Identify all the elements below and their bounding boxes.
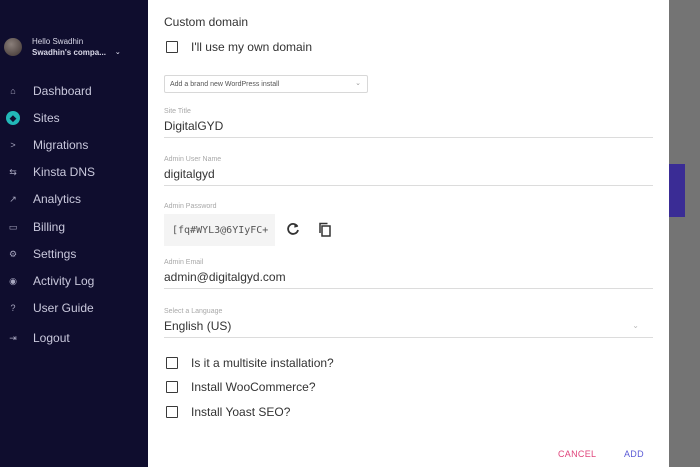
admin-password-input[interactable]: [fq#WYL3@6YIyFC+: [164, 214, 275, 246]
sidebar-item-label: Kinsta DNS: [33, 165, 96, 179]
chevron-down-icon: ⌄: [114, 49, 121, 56]
modal-title: Custom domain: [164, 15, 249, 29]
add-site-modal: Custom domain I'll use my own domain Add…: [148, 0, 669, 467]
settings-icon: ⚙: [8, 248, 18, 259]
admin-user-input[interactable]: digitalgyd: [164, 167, 653, 186]
company-name: Swadhin's compa... ⌄: [32, 48, 121, 57]
install-type-select[interactable]: Add a brand new WordPress install ⌄: [164, 75, 368, 93]
chevron-down-icon: ⌄: [632, 321, 639, 330]
billing-icon: ▭: [8, 221, 18, 232]
sidebar-item-analytics[interactable]: ↗ Analytics: [0, 188, 148, 210]
refresh-icon[interactable]: [285, 221, 301, 237]
greeting: Hello Swadhin: [32, 37, 84, 46]
modal-backdrop[interactable]: [669, 0, 700, 467]
migrations-icon: >: [10, 140, 16, 150]
home-icon: ⌂: [10, 86, 16, 96]
cancel-button[interactable]: CANCEL: [558, 449, 596, 459]
sidebar-item-label: Logout: [33, 331, 70, 345]
avatar: [4, 38, 22, 56]
multisite-checkbox[interactable]: [166, 357, 178, 369]
background-button-fragment: [669, 164, 685, 217]
language-field[interactable]: Select a Language English (US) ⌄: [164, 308, 653, 338]
sites-icon: ◆: [6, 111, 20, 125]
woocommerce-label: Install WooCommerce?: [191, 380, 316, 394]
sidebar-item-label: Migrations: [33, 138, 89, 152]
sidebar-item-kinsta-dns[interactable]: ⇆ Kinsta DNS: [0, 161, 148, 183]
chevron-down-icon: ⌄: [355, 80, 361, 87]
sidebar-item-settings[interactable]: ⚙ Settings: [0, 243, 148, 265]
admin-email-label: Admin Email: [164, 259, 204, 266]
site-title-label: Site Title: [164, 108, 191, 115]
sidebar-item-logout[interactable]: ⇥ Logout: [0, 327, 148, 349]
sidebar-item-activity-log[interactable]: ◉ Activity Log: [0, 270, 148, 292]
add-button[interactable]: ADD: [624, 449, 644, 459]
multisite-label: Is it a multisite installation?: [191, 356, 334, 370]
yoast-label: Install Yoast SEO?: [191, 405, 291, 419]
admin-password-label: Admin Password: [164, 203, 217, 210]
own-domain-checkbox-row[interactable]: I'll use my own domain: [166, 40, 312, 54]
own-domain-label: I'll use my own domain: [191, 40, 313, 54]
admin-email-field[interactable]: Admin Email admin@digitalgyd.com: [164, 259, 653, 289]
sidebar-item-sites[interactable]: ◆ Sites: [0, 107, 148, 129]
woocommerce-checkbox[interactable]: [166, 381, 178, 393]
sidebar-item-label: Sites: [33, 111, 60, 125]
sidebar-item-label: Analytics: [33, 192, 82, 206]
yoast-checkbox[interactable]: [166, 406, 178, 418]
activity-icon: ◉: [9, 275, 17, 286]
copy-icon[interactable]: [317, 221, 333, 237]
logout-icon: ⇥: [9, 332, 17, 343]
site-title-input[interactable]: DigitalGYD: [164, 119, 653, 138]
sidebar-item-billing[interactable]: ▭ Billing: [0, 216, 148, 238]
sidebar-item-label: Dashboard: [33, 84, 92, 98]
analytics-icon: ↗: [9, 193, 17, 204]
admin-email-input[interactable]: admin@digitalgyd.com: [164, 270, 653, 289]
sidebar-item-label: Activity Log: [33, 274, 95, 288]
admin-user-field[interactable]: Admin User Name digitalgyd: [164, 156, 653, 186]
sidebar-item-label: Billing: [33, 220, 66, 234]
admin-user-label: Admin User Name: [164, 156, 222, 163]
sidebar-item-label: Settings: [33, 247, 77, 261]
language-label: Select a Language: [164, 308, 223, 315]
profile-menu[interactable]: Hello Swadhin Swadhin's compa... ⌄: [4, 36, 121, 58]
language-select[interactable]: English (US) ⌄: [164, 319, 653, 338]
sidebar-item-label: User Guide: [33, 301, 94, 315]
sidebar: Hello Swadhin Swadhin's compa... ⌄ ⌂ Das…: [0, 0, 148, 467]
own-domain-checkbox[interactable]: [166, 41, 178, 53]
sidebar-item-dashboard[interactable]: ⌂ Dashboard: [0, 80, 148, 102]
site-title-field[interactable]: Site Title DigitalGYD: [164, 108, 653, 138]
sidebar-item-migrations[interactable]: > Migrations: [0, 134, 148, 156]
dns-icon: ⇆: [9, 166, 17, 177]
yoast-checkbox-row[interactable]: Install Yoast SEO?: [166, 405, 290, 419]
woocommerce-checkbox-row[interactable]: Install WooCommerce?: [166, 380, 316, 394]
guide-icon: ?: [10, 303, 16, 313]
sidebar-item-user-guide[interactable]: ? User Guide: [0, 297, 148, 319]
multisite-checkbox-row[interactable]: Is it a multisite installation?: [166, 356, 334, 370]
